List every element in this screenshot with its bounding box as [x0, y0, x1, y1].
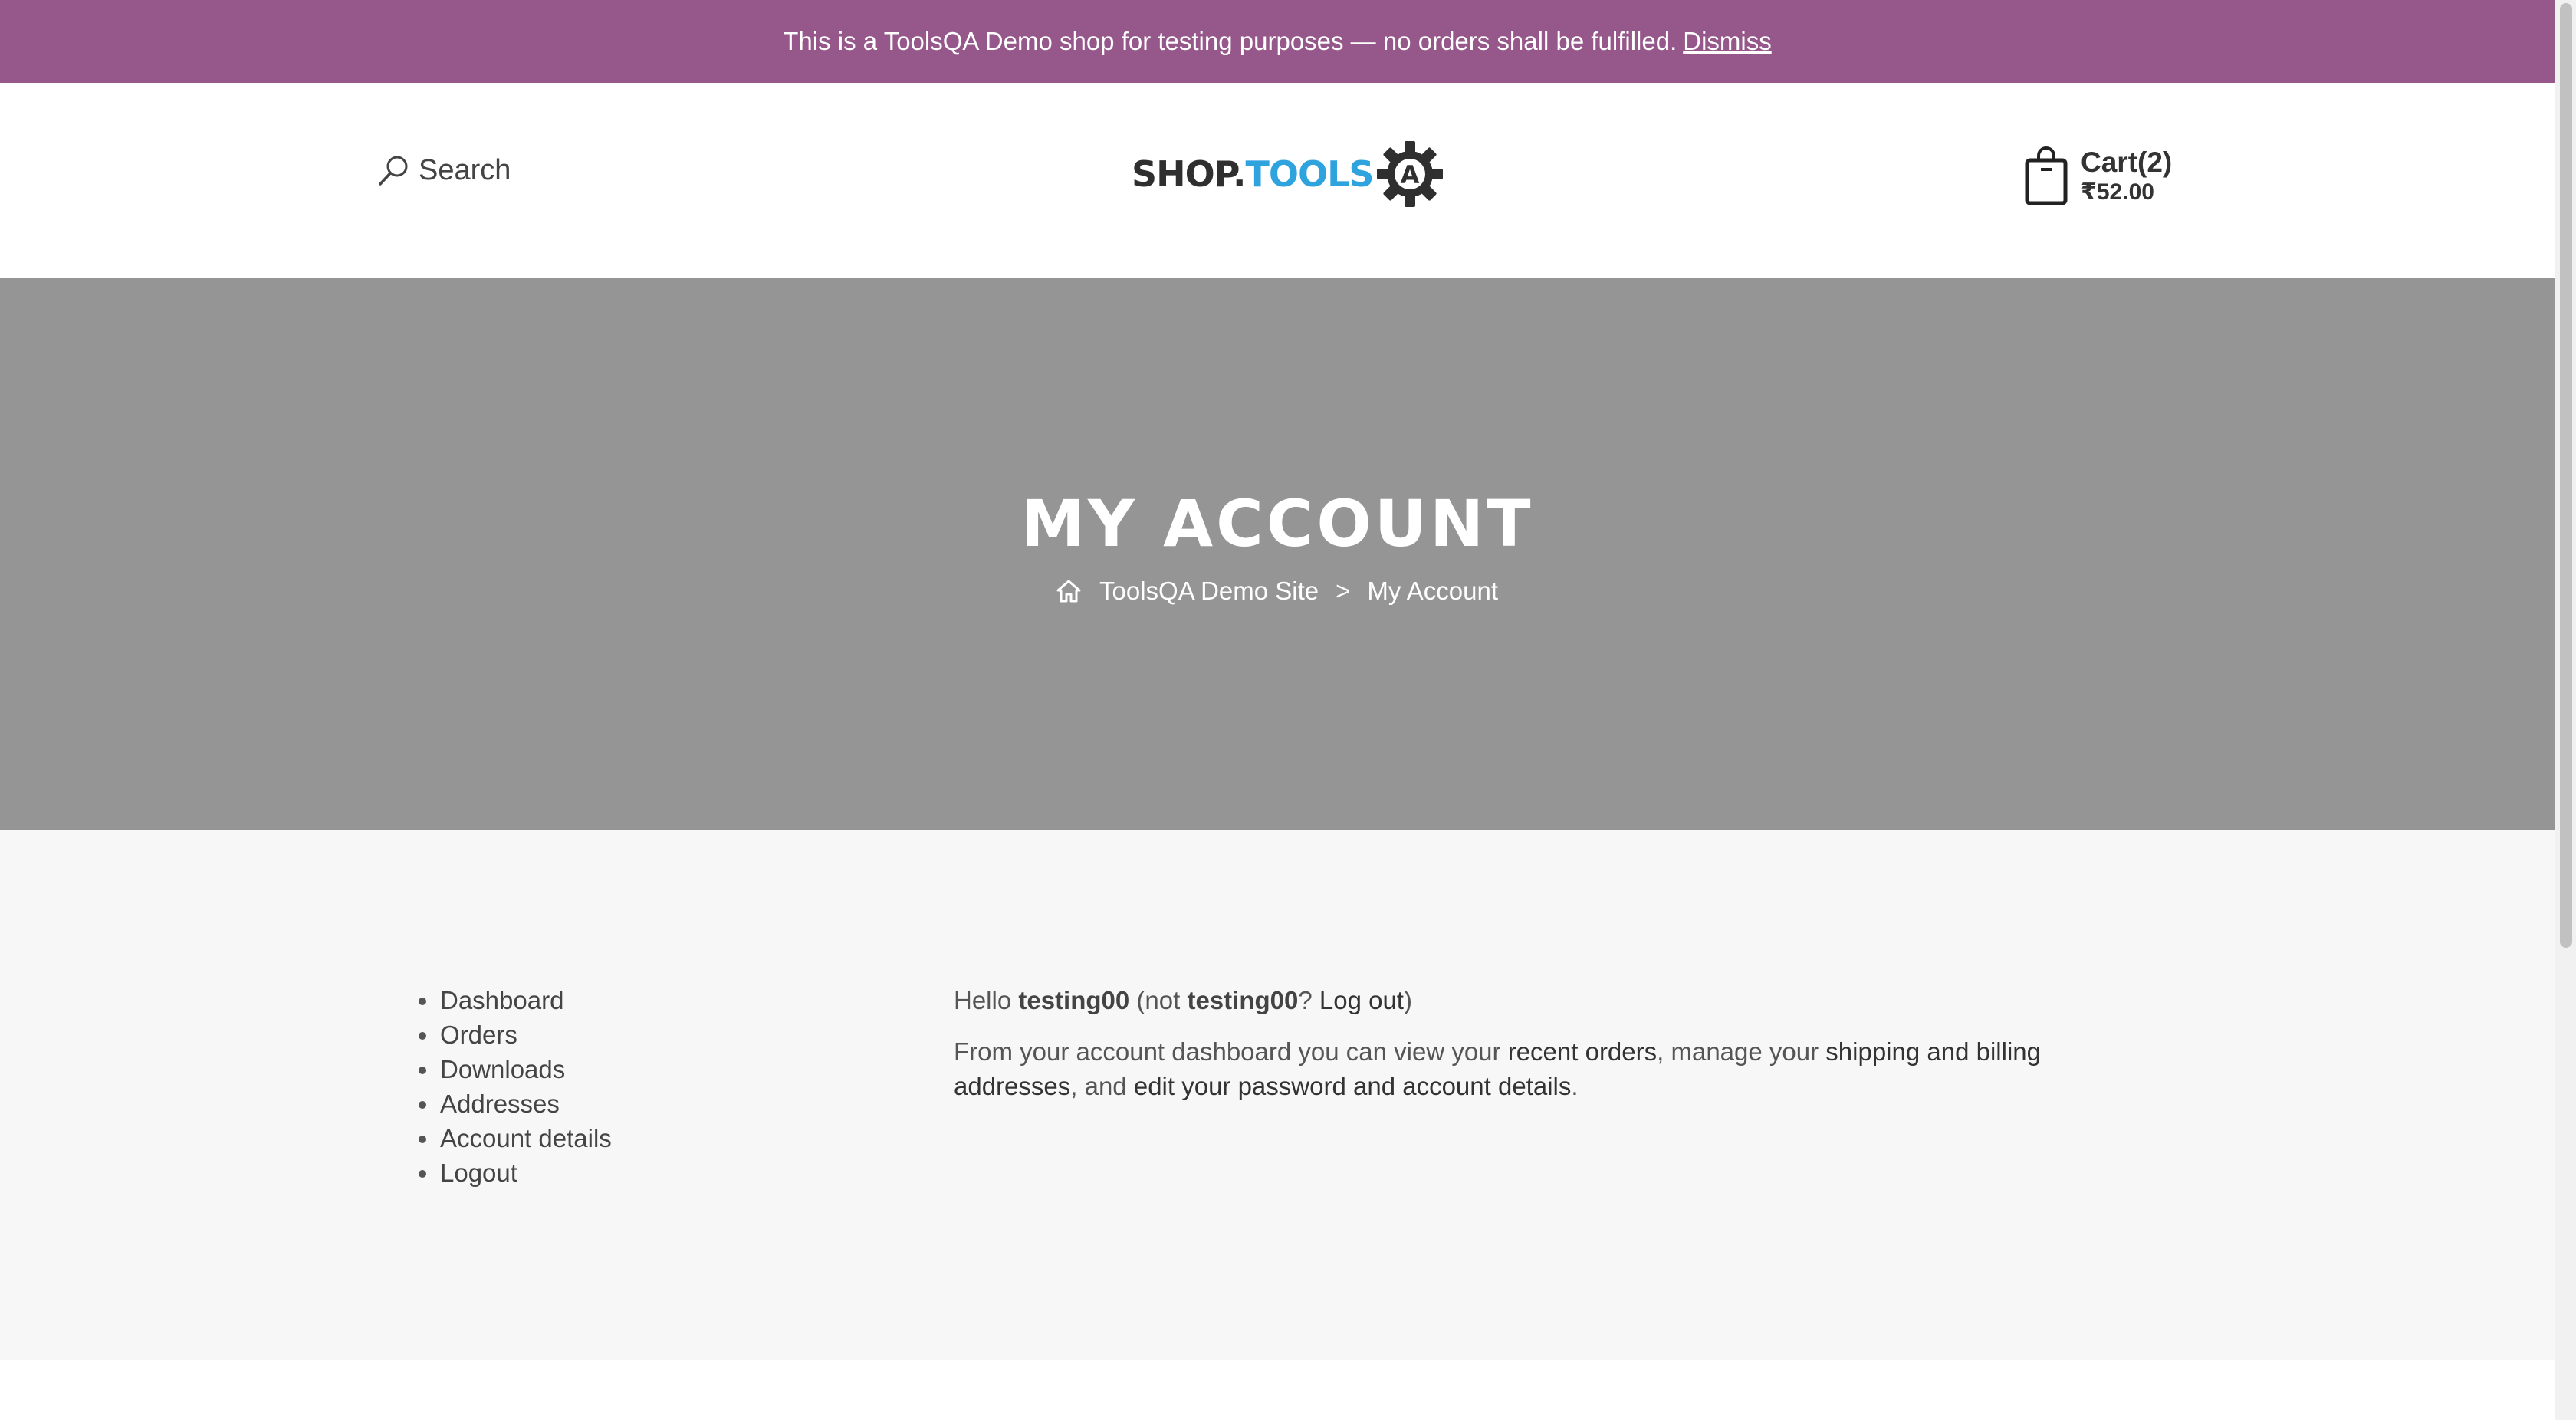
site-logo[interactable]: SHOP.TOOLS A — [1132, 138, 1444, 210]
search-icon — [377, 153, 411, 187]
shopping-bag-icon — [2024, 146, 2068, 206]
search-toggle[interactable]: Search — [377, 147, 511, 193]
logo-wordmark: SHOP.TOOLS — [1132, 153, 1375, 195]
cart-total: ₹52.00 — [2081, 179, 2154, 205]
cart-summary: Cart(2) ₹52.00 — [2081, 146, 2172, 205]
account-nav-orders[interactable]: Orders — [411, 1017, 612, 1052]
account-nav-account-details[interactable]: Account details — [411, 1121, 612, 1155]
recent-orders-link[interactable]: recent orders — [1508, 1037, 1657, 1066]
username-repeat: testing00 — [1187, 986, 1299, 1014]
breadcrumb-current: My Account — [1367, 577, 1498, 605]
account-nav-label[interactable]: Account details — [440, 1124, 612, 1152]
account-nav-label[interactable]: Dashboard — [440, 986, 564, 1014]
notice-text: This is a ToolsQA Demo shop for testing … — [783, 27, 1677, 55]
dismiss-link[interactable]: Dismiss — [1683, 27, 1771, 56]
breadcrumb-home-link[interactable]: ToolsQA Demo Site — [1099, 577, 1319, 606]
home-icon[interactable] — [1056, 579, 1099, 603]
account-content: Dashboard Orders Downloads Addresses Acc… — [0, 830, 2555, 1360]
cart-count: Cart(2) — [2081, 146, 2173, 179]
page-scrollbar[interactable] — [2555, 0, 2576, 1420]
logo-badge-letter: A — [1400, 160, 1419, 189]
breadcrumb-separator: > — [1336, 577, 1351, 605]
footer-strip — [0, 1360, 2555, 1420]
page: This is a ToolsQA Demo shop for testing … — [0, 0, 2555, 1420]
account-nav-dashboard[interactable]: Dashboard — [411, 983, 612, 1017]
account-navigation: Dashboard Orders Downloads Addresses Acc… — [411, 983, 612, 1190]
account-nav-label[interactable]: Logout — [440, 1159, 518, 1187]
dashboard-panel: Hello testing00 (not testing00? Log out)… — [954, 983, 2150, 1103]
account-nav-addresses[interactable]: Addresses — [411, 1086, 612, 1121]
account-nav-logout[interactable]: Logout — [411, 1155, 612, 1190]
account-nav-label[interactable]: Downloads — [440, 1055, 565, 1083]
scrollbar-thumb[interactable] — [2560, 3, 2572, 948]
username: testing00 — [1018, 986, 1130, 1014]
account-nav-downloads[interactable]: Downloads — [411, 1052, 612, 1086]
site-header: Search SHOP.TOOLS A Cart(2) ₹52.00 — [0, 83, 2555, 278]
demo-store-notice: This is a ToolsQA Demo shop for testing … — [0, 0, 2555, 83]
cart-link[interactable]: Cart(2) ₹52.00 — [2024, 138, 2172, 215]
breadcrumb: ToolsQA Demo Site > My Account — [0, 577, 2555, 606]
account-nav-label[interactable]: Orders — [440, 1021, 518, 1049]
search-label: Search — [419, 153, 511, 186]
account-details-link[interactable]: edit your password and account details — [1134, 1072, 1572, 1100]
gear-logo-icon: A — [1374, 140, 1444, 209]
logout-link[interactable]: Log out — [1319, 986, 1404, 1014]
page-hero: MY ACCOUNT ToolsQA Demo Site > My Accoun… — [0, 278, 2555, 830]
account-nav-label[interactable]: Addresses — [440, 1090, 560, 1118]
dashboard-intro: From your account dashboard you can view… — [954, 1037, 2041, 1100]
page-title: MY ACCOUNT — [1020, 486, 1534, 561]
greeting: Hello testing00 (not testing00? Log out) — [954, 986, 1412, 1014]
